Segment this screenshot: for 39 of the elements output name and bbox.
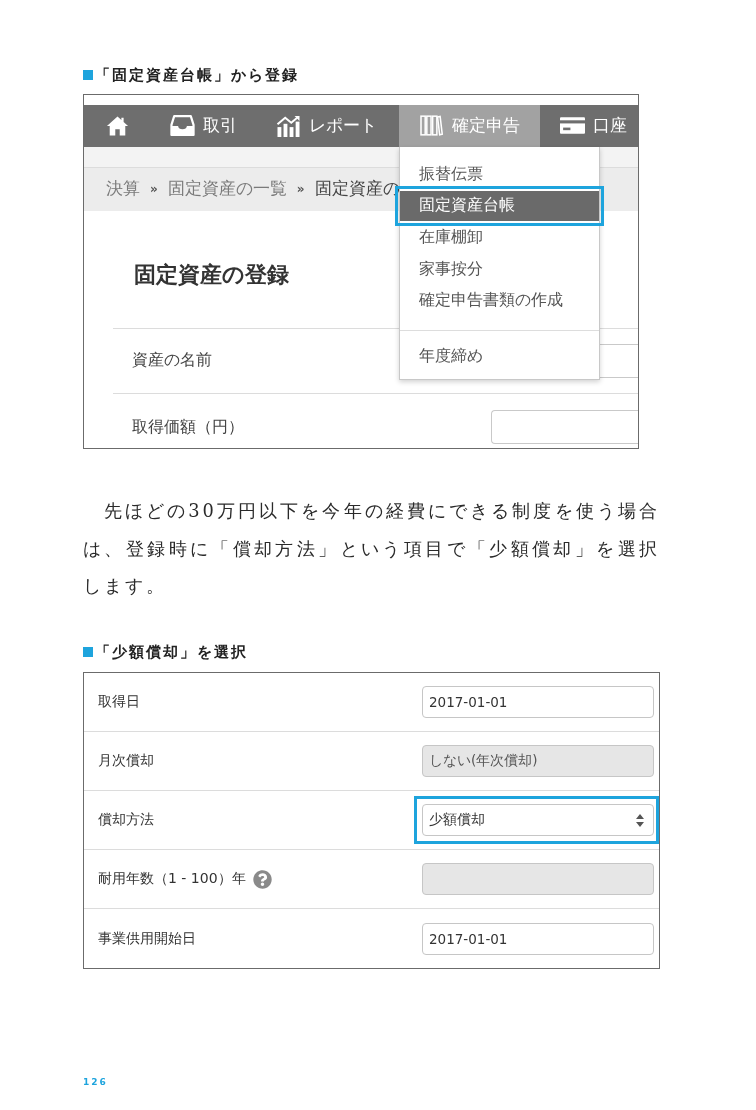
input-field[interactable]: 2017-01-01 — [422, 922, 654, 955]
input-field[interactable] — [600, 343, 638, 378]
menu-item[interactable]: 在庫棚卸 — [399, 226, 599, 249]
field-label: 耐用年数（1 - 100）年 — [98, 870, 246, 888]
square-bullet-icon — [83, 70, 93, 80]
figure-caption: 「少額償却」を選択 — [95, 642, 248, 661]
breadcrumb-link[interactable]: 固定資産の一覧 — [167, 177, 287, 200]
breadcrumb-link[interactable]: 決算 — [106, 177, 140, 200]
breadcrumb-separator: » — [150, 181, 158, 196]
field-label: 資産の名前 — [132, 350, 212, 371]
select-field[interactable]: 少額償却 — [422, 804, 654, 836]
page-number: 126 — [83, 1076, 108, 1088]
input-field[interactable] — [491, 409, 638, 444]
field-label: 償却方法 — [98, 811, 154, 829]
chart-icon — [276, 114, 301, 137]
books-icon — [418, 115, 444, 136]
menu-item[interactable]: 確定申告書類の作成 — [399, 289, 599, 312]
field-label: 月次償却 — [98, 752, 154, 770]
field-label: 事業供用開始日 — [98, 929, 196, 948]
home-icon — [106, 115, 129, 136]
breadcrumb-separator: » — [296, 181, 305, 196]
help-icon[interactable] — [252, 869, 272, 889]
menu-item[interactable]: 年度締め — [399, 345, 599, 367]
menu-item[interactable]: 家事按分 — [399, 258, 599, 280]
square-bullet-icon — [83, 646, 93, 657]
field-label: 取得価額（円） — [132, 415, 244, 438]
page-heading: 固定資産の登録 — [134, 260, 289, 289]
menu-item[interactable]: 振替伝票 — [399, 163, 599, 185]
tray-icon — [170, 115, 195, 136]
figure-caption: 「固定資産台帳」から登録 — [95, 66, 299, 84]
body-text: 先ほどの30万円以下を今年の経費にできる制度を使う場合は、登録時に「償却方法」という項目で「少額償却」を選択します。 — [83, 499, 660, 598]
input-field[interactable]: 2017-01-01 — [422, 686, 654, 718]
field-label: 取得日 — [98, 693, 140, 711]
nav-tab[interactable]: レポート — [254, 104, 399, 147]
menu-item[interactable]: 固定資産台帳 — [399, 190, 599, 221]
card-icon — [560, 117, 585, 134]
nav-tab[interactable]: 口座 — [540, 104, 638, 147]
sort-arrows-icon — [636, 813, 644, 827]
nav-tab[interactable]: 取引 — [150, 104, 254, 147]
